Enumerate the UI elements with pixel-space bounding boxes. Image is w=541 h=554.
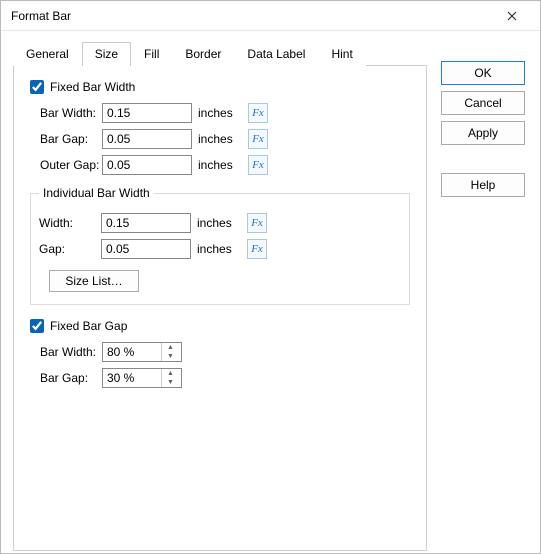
size-list-button[interactable]: Size List…	[49, 270, 139, 292]
pct-bar-width-input[interactable]	[103, 343, 161, 361]
main-panel: General Size Fill Border Data Label Hint…	[13, 41, 427, 541]
spinner-buttons[interactable]: ▲ ▼	[161, 369, 179, 387]
pct-bar-gap-label: Bar Gap:	[40, 371, 102, 385]
tab-hint[interactable]: Hint	[318, 42, 365, 66]
dialog-content: General Size Fill Border Data Label Hint…	[1, 31, 540, 553]
pct-bar-width-spinner[interactable]: ▲ ▼	[102, 342, 182, 362]
ind-width-row: Width: inches Fx	[39, 212, 399, 234]
bar-width-input[interactable]	[102, 103, 192, 123]
outer-gap-unit: inches	[198, 158, 238, 172]
fixed-bar-width-checkbox[interactable]	[30, 80, 44, 94]
outer-gap-fx-button[interactable]: Fx	[248, 155, 268, 175]
ind-gap-input[interactable]	[101, 239, 191, 259]
bar-gap-row: Bar Gap: inches Fx	[40, 128, 410, 150]
tab-size[interactable]: Size	[82, 42, 131, 66]
individual-bar-width-legend: Individual Bar Width	[39, 186, 154, 200]
outer-gap-label: Outer Gap:	[40, 158, 102, 172]
window-title: Format Bar	[11, 9, 492, 23]
ok-button[interactable]: OK	[441, 61, 525, 85]
fixed-bar-gap-row: Fixed Bar Gap	[30, 319, 410, 333]
tab-panel-size: Fixed Bar Width Bar Width: inches Fx Bar…	[13, 65, 427, 551]
spinner-buttons[interactable]: ▲ ▼	[161, 343, 179, 361]
individual-bar-width-group: Individual Bar Width Width: inches Fx Ga…	[30, 186, 410, 305]
bar-width-row: Bar Width: inches Fx	[40, 102, 410, 124]
pct-bar-width-row: Bar Width: ▲ ▼	[40, 341, 410, 363]
chevron-down-icon: ▼	[162, 352, 179, 361]
chevron-up-icon: ▲	[162, 343, 179, 352]
outer-gap-input[interactable]	[102, 155, 192, 175]
help-button[interactable]: Help	[441, 173, 525, 197]
fx-icon: Fx	[252, 107, 264, 119]
bar-width-unit: inches	[198, 106, 238, 120]
bar-width-label: Bar Width:	[40, 106, 102, 120]
ind-width-fx-button[interactable]: Fx	[247, 213, 267, 233]
pct-bar-width-label: Bar Width:	[40, 345, 102, 359]
fixed-bar-width-label: Fixed Bar Width	[50, 80, 135, 94]
titlebar: Format Bar	[1, 1, 540, 31]
close-button[interactable]	[492, 2, 532, 30]
close-icon	[507, 8, 517, 24]
ind-width-input[interactable]	[101, 213, 191, 233]
spacer	[441, 151, 528, 167]
apply-button[interactable]: Apply	[441, 121, 525, 145]
fixed-bar-gap-checkbox[interactable]	[30, 319, 44, 333]
fx-icon: Fx	[251, 217, 263, 229]
chevron-up-icon: ▲	[162, 369, 179, 378]
pct-bar-gap-spinner[interactable]: ▲ ▼	[102, 368, 182, 388]
bar-gap-unit: inches	[198, 132, 238, 146]
chevron-down-icon: ▼	[162, 378, 179, 387]
button-column: OK Cancel Apply Help	[441, 41, 528, 541]
ind-width-label: Width:	[39, 216, 101, 230]
ind-gap-label: Gap:	[39, 242, 101, 256]
fx-icon: Fx	[252, 159, 264, 171]
tab-fill[interactable]: Fill	[131, 42, 172, 66]
tab-data-label[interactable]: Data Label	[234, 42, 318, 66]
ind-gap-row: Gap: inches Fx	[39, 238, 399, 260]
bar-gap-label: Bar Gap:	[40, 132, 102, 146]
bar-gap-fx-button[interactable]: Fx	[248, 129, 268, 149]
pct-bar-gap-row: Bar Gap: ▲ ▼	[40, 367, 410, 389]
ind-gap-fx-button[interactable]: Fx	[247, 239, 267, 259]
fixed-bar-gap-label: Fixed Bar Gap	[50, 319, 127, 333]
cancel-button[interactable]: Cancel	[441, 91, 525, 115]
tab-strip: General Size Fill Border Data Label Hint	[13, 41, 427, 65]
ind-gap-unit: inches	[197, 242, 237, 256]
bar-width-fx-button[interactable]: Fx	[248, 103, 268, 123]
ind-width-unit: inches	[197, 216, 237, 230]
bar-gap-input[interactable]	[102, 129, 192, 149]
fx-icon: Fx	[252, 133, 264, 145]
outer-gap-row: Outer Gap: inches Fx	[40, 154, 410, 176]
tab-border[interactable]: Border	[172, 42, 234, 66]
tab-general[interactable]: General	[13, 42, 82, 66]
fixed-bar-width-row: Fixed Bar Width	[30, 80, 410, 94]
fx-icon: Fx	[251, 243, 263, 255]
pct-bar-gap-input[interactable]	[103, 369, 161, 387]
